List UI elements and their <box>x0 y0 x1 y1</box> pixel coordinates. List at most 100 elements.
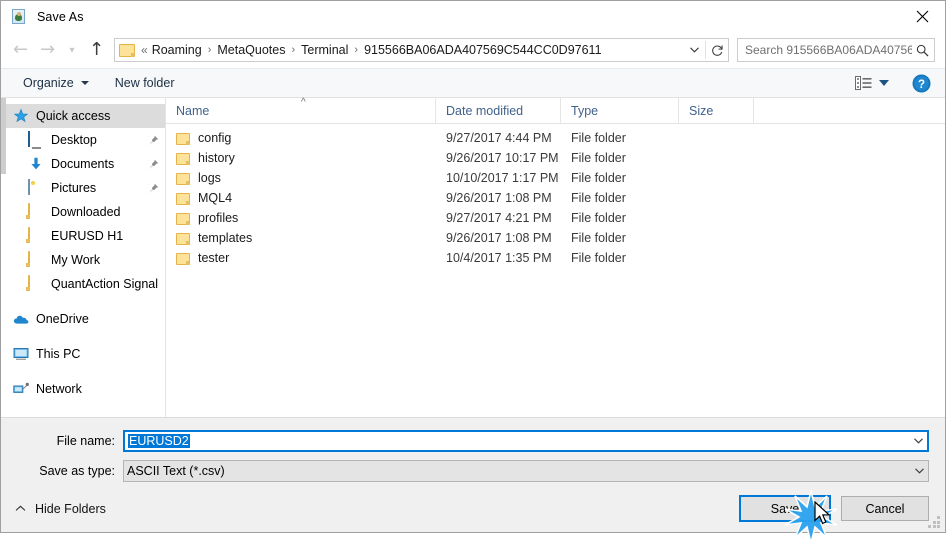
sidebar-item-desktop[interactable]: Desktop <box>1 128 165 152</box>
recent-locations-chevron-down-icon[interactable]: ▾ <box>61 36 83 64</box>
breadcrumb: « Roaming › MetaQuotes › Terminal › 9155… <box>139 42 683 58</box>
save-as-dialog: Save As ← → ▾ ↑ « Roaming › MetaQuotes ›… <box>0 0 946 544</box>
folder-icon <box>28 275 44 292</box>
up-arrow-icon[interactable]: ↑ <box>83 36 110 64</box>
file-type-cell: File folder <box>571 131 626 145</box>
chevron-down-icon[interactable] <box>910 438 927 444</box>
chevron-down-icon[interactable] <box>911 468 928 474</box>
search-input[interactable]: Search 915566BA06ADA40756... <box>737 38 935 62</box>
window-title: Save As <box>37 9 84 24</box>
sidebar-scrollbar[interactable] <box>1 98 6 174</box>
dialog-body: Quick access Desktop Documents Pictures … <box>1 97 945 417</box>
file-type-cell: File folder <box>571 211 626 225</box>
file-name-cell: history <box>166 151 436 165</box>
table-row[interactable]: history 9/26/2017 10:17 PM File folder <box>166 148 945 168</box>
sidebar-item-label: Desktop <box>51 133 97 147</box>
save-as-icon <box>12 8 28 25</box>
file-name-label: config <box>198 131 232 145</box>
sidebar-item-eurusd-h1[interactable]: EURUSD H1 <box>1 224 165 248</box>
column-header-size[interactable]: Size <box>679 98 754 123</box>
table-row[interactable]: MQL4 9/26/2017 1:08 PM File folder <box>166 188 945 208</box>
file-list-pane: Name ^ Date modified Type Size config 9/… <box>166 97 945 417</box>
save-button[interactable]: Save <box>739 495 831 522</box>
table-row[interactable]: templates 9/26/2017 1:08 PM File folder <box>166 228 945 248</box>
download-arrow-icon <box>28 156 44 172</box>
pictures-icon <box>28 179 44 196</box>
back-arrow-icon[interactable]: ← <box>7 36 34 64</box>
organize-button[interactable]: Organize <box>17 73 95 93</box>
breadcrumb-item-metaquotes[interactable]: MetaQuotes <box>216 42 286 58</box>
search-icon[interactable] <box>912 44 934 57</box>
save-as-type-row: Save as type: ASCII Text (*.csv) <box>1 460 945 482</box>
folder-icon <box>119 43 135 57</box>
breadcrumb-separator-icon: › <box>291 44 296 56</box>
breadcrumb-item-roaming[interactable]: Roaming <box>151 42 203 58</box>
sidebar-item-documents[interactable]: Documents <box>1 152 165 176</box>
folder-icon <box>176 233 190 245</box>
file-date-cell: 9/27/2017 4:44 PM <box>446 131 552 145</box>
svg-text:?: ? <box>918 79 925 91</box>
sidebar-item-pictures[interactable]: Pictures <box>1 176 165 200</box>
breadcrumb-item-terminal-id[interactable]: 915566BA06ADA407569C544CC0D97611 <box>363 42 602 58</box>
command-toolbar: Organize New folder ? <box>1 68 945 98</box>
new-folder-button[interactable]: New folder <box>109 73 181 93</box>
title-bar: Save As <box>1 1 945 32</box>
sidebar-item-label: Downloaded <box>51 205 121 219</box>
column-header-date-modified[interactable]: Date modified <box>436 98 561 123</box>
breadcrumb-item-terminal[interactable]: Terminal <box>300 42 349 58</box>
pin-icon[interactable] <box>147 135 159 146</box>
sidebar-item-label: My Work <box>51 253 101 267</box>
dialog-footer: Hide Folders Save Cancel <box>1 490 945 532</box>
navigation-bar: ← → ▾ ↑ « Roaming › MetaQuotes › Termina… <box>1 32 945 68</box>
address-chevron-down-icon[interactable] <box>683 39 705 61</box>
file-name-row: File name: EURUSD2 <box>1 430 945 452</box>
sidebar-item-quantaction-signal[interactable]: QuantAction Signal <box>1 272 165 296</box>
organize-label: Organize <box>23 76 74 90</box>
hide-folders-button[interactable]: Hide Folders <box>15 502 106 516</box>
cancel-button[interactable]: Cancel <box>841 496 929 521</box>
column-header-type[interactable]: Type <box>561 98 679 123</box>
folder-icon <box>28 203 44 220</box>
save-as-type-value: ASCII Text (*.csv) <box>127 464 225 478</box>
sidebar-item-label: Quick access <box>36 109 111 123</box>
table-row[interactable]: logs 10/10/2017 1:17 PM File folder <box>166 168 945 188</box>
file-date-cell: 9/27/2017 4:21 PM <box>446 211 552 225</box>
file-name-cell: logs <box>166 171 436 185</box>
folder-icon <box>176 173 190 185</box>
sidebar-item-network[interactable]: Network <box>1 377 165 401</box>
list-view-icon[interactable] <box>851 74 893 92</box>
breadcrumb-overflow-icon[interactable]: « <box>139 43 151 57</box>
resize-grip[interactable] <box>928 516 941 529</box>
table-row[interactable]: profiles 9/27/2017 4:21 PM File folder <box>166 208 945 228</box>
file-name-cell: profiles <box>166 211 436 225</box>
sidebar-item-quick-access[interactable]: Quick access <box>1 104 165 128</box>
folder-icon <box>176 133 190 145</box>
pin-icon[interactable] <box>147 183 159 194</box>
toolbar-right-group: ? <box>851 74 937 93</box>
file-name-label: profiles <box>198 211 239 225</box>
folder-icon <box>176 213 190 225</box>
save-as-type-select[interactable]: ASCII Text (*.csv) <box>123 460 929 482</box>
file-type-cell: File folder <box>571 171 626 185</box>
sidebar-item-downloaded[interactable]: Downloaded <box>1 200 165 224</box>
sidebar-item-this-pc[interactable]: This PC <box>1 342 165 366</box>
cancel-button-label: Cancel <box>865 501 905 516</box>
breadcrumb-separator-icon: › <box>354 44 359 56</box>
sidebar-item-onedrive[interactable]: OneDrive <box>1 307 165 331</box>
help-icon[interactable]: ? <box>912 74 931 93</box>
file-name-value: EURUSD2 <box>128 434 190 448</box>
address-bar[interactable]: « Roaming › MetaQuotes › Terminal › 9155… <box>114 38 729 62</box>
file-name-cell: templates <box>166 231 436 245</box>
file-name-cell: config <box>166 131 436 145</box>
file-name-cell: MQL4 <box>166 191 436 205</box>
forward-arrow-icon[interactable]: → <box>34 36 61 64</box>
refresh-icon[interactable] <box>706 39 728 61</box>
column-header-label: Name <box>176 103 210 118</box>
table-row[interactable]: tester 10/4/2017 1:35 PM File folder <box>166 248 945 268</box>
table-row[interactable]: config 9/27/2017 4:44 PM File folder <box>166 128 945 148</box>
pin-icon[interactable] <box>147 159 159 170</box>
column-header-name[interactable]: Name ^ <box>166 97 436 123</box>
sidebar-item-my-work[interactable]: My Work <box>1 248 165 272</box>
close-icon[interactable] <box>899 1 945 31</box>
file-name-input[interactable]: EURUSD2 <box>123 430 929 452</box>
